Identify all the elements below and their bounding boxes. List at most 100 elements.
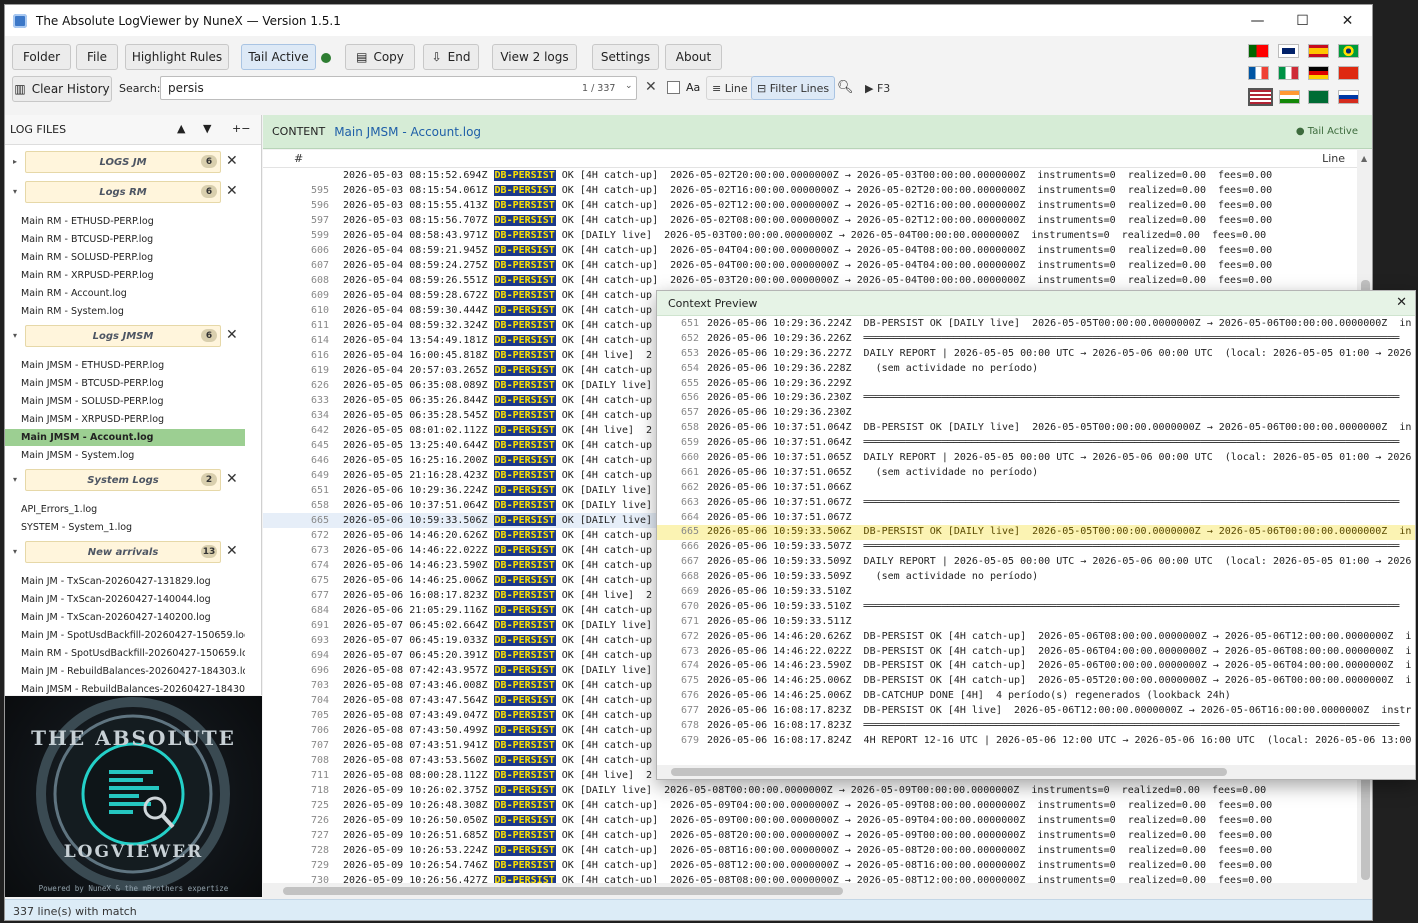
file-item[interactable]: Main JMSM - BTCUSD-PERP.log [5,375,245,392]
log-row[interactable]: 730 2026-05-09 10:26:56.427Z DB-PERSIST O… [263,873,1357,883]
group-header[interactable]: Logs JMSM 6 [25,325,221,347]
file-item[interactable]: Main RM - System.log [5,303,245,320]
flag-pt-icon[interactable] [1248,44,1269,58]
context-row[interactable]: 654 2026-05-06 10:29:36.228Z (sem activid… [657,362,1415,377]
file-button[interactable]: File [76,44,118,70]
file-item[interactable]: Main RM - ETHUSD-PERP.log [5,213,245,230]
flag-gb-icon[interactable] [1278,44,1299,58]
file-item[interactable]: Main JM - TxScan-20260427-140200.log [5,609,245,626]
context-row[interactable]: 673 2026-05-06 14:46:22.022Z DB-PERSIST O… [657,645,1415,660]
context-row[interactable]: 659 2026-05-06 10:37:51.064Z ════════════… [657,436,1415,451]
copy-button[interactable]: ▤ Copy [345,44,415,70]
context-row[interactable]: 671 2026-05-06 10:59:33.511Z [657,615,1415,630]
move-up-icon[interactable]: ▲ [177,122,185,135]
remove-group-icon[interactable]: ✕ [226,543,238,559]
horizontal-scrollbar[interactable] [263,883,1357,899]
folder-button[interactable]: Folder [12,44,71,70]
log-row[interactable]: 595 2026-05-03 08:15:54.061Z DB-PERSIST O… [263,183,1357,198]
log-row[interactable]: 606 2026-05-04 08:59:21.945Z DB-PERSIST O… [263,243,1357,258]
minimize-button[interactable]: — [1235,5,1280,36]
add-remove-button[interactable]: +− [232,122,250,135]
context-row[interactable]: 656 2026-05-06 10:29:36.230Z ════════════… [657,391,1415,406]
group-header[interactable]: System Logs 2 [25,469,221,491]
file-item[interactable]: Main JM - TxScan-20260427-131829.log [5,573,245,590]
end-button[interactable]: ⇩ End [423,44,479,70]
clear-history-button[interactable]: ▥ Clear History [12,76,112,102]
file-item[interactable]: Main JMSM - System.log [5,447,245,464]
expand-arrow-icon[interactable]: ▸ [13,157,17,166]
file-item[interactable]: Main JMSM - XRPUSD-PERP.log [5,411,245,428]
flag-es-icon[interactable] [1308,44,1329,58]
expand-arrow-icon[interactable]: ▾ [13,187,17,196]
remove-group-icon[interactable]: ✕ [226,183,238,199]
close-window-button[interactable]: ✕ [1325,5,1370,36]
log-row[interactable]: 728 2026-05-09 10:26:53.224Z DB-PERSIST O… [263,843,1357,858]
file-item[interactable]: Main RM - BTCUSD-PERP.log [5,231,245,248]
log-row[interactable]: 2026-05-03 08:15:52.694Z DB-PERSIST OK [… [263,168,1357,183]
file-item[interactable]: Main JM - RebuildBalances-20260427-18430… [5,663,245,680]
highlight-rules-button[interactable]: Highlight Rules [125,44,229,70]
log-row[interactable]: 727 2026-05-09 10:26:51.685Z DB-PERSIST O… [263,828,1357,843]
context-horizontal-scrollbar[interactable] [657,765,1415,779]
file-item[interactable]: SYSTEM - System_1.log [5,519,245,536]
find-next-button[interactable]: ▶ F3 [860,76,895,100]
view-2-logs-button[interactable]: View 2 logs [492,44,577,70]
context-scroll-thumb[interactable] [671,768,1227,776]
group-header[interactable]: LOGS JM 6 [25,151,221,173]
context-row[interactable]: 665 2026-05-06 10:59:33.506Z DB-PERSIST O… [657,525,1415,541]
context-row[interactable]: 660 2026-05-06 10:37:51.065Z DAILY REPORT… [657,451,1415,466]
context-row[interactable]: 663 2026-05-06 10:37:51.067Z ════════════… [657,496,1415,511]
tail-active-button[interactable]: Tail Active [241,44,316,70]
clear-search-icon[interactable]: ✕ [645,79,657,95]
flag-fr-icon[interactable] [1248,66,1269,80]
group-header[interactable]: New arrivals 13 [25,541,221,563]
context-row[interactable]: 668 2026-05-06 10:59:33.509Z (sem activid… [657,570,1415,585]
remove-group-icon[interactable]: ✕ [226,471,238,487]
file-item[interactable]: Main RM - SOLUSD-PERP.log [5,249,245,266]
log-row[interactable]: 596 2026-05-03 08:15:55.413Z DB-PERSIST O… [263,198,1357,213]
case-sensitive-checkbox[interactable] [667,81,680,94]
context-row[interactable]: 666 2026-05-06 10:59:33.507Z ════════════… [657,540,1415,555]
chevron-down-icon[interactable]: ⌄ [625,81,633,91]
flag-ru-icon[interactable] [1338,90,1359,104]
horizontal-scroll-thumb[interactable] [283,887,843,895]
flag-it-icon[interactable] [1278,66,1299,80]
log-row[interactable]: 729 2026-05-09 10:26:54.746Z DB-PERSIST O… [263,858,1357,873]
log-row[interactable]: 608 2026-05-04 08:59:26.551Z DB-PERSIST O… [263,273,1357,288]
context-row[interactable]: 667 2026-05-06 10:59:33.509Z DAILY REPORT… [657,555,1415,570]
file-item[interactable]: Main JMSM - ETHUSD-PERP.log [5,357,245,374]
scroll-up-icon[interactable]: ▲ [1361,154,1367,163]
context-row[interactable]: 670 2026-05-06 10:59:33.510Z ════════════… [657,600,1415,615]
remove-group-icon[interactable]: ✕ [226,153,238,169]
expand-arrow-icon[interactable]: ▾ [13,547,17,556]
filter-lines-button[interactable]: ⊟ Filter Lines [751,76,836,100]
file-item[interactable]: Main JMSM - Account.log [5,429,245,446]
file-item[interactable]: Main RM - XRPUSD-PERP.log [5,267,245,284]
context-row[interactable]: 653 2026-05-06 10:29:36.227Z DAILY REPORT… [657,347,1415,362]
context-row[interactable]: 664 2026-05-06 10:37:51.067Z [657,511,1415,526]
log-row[interactable]: 599 2026-05-04 08:58:43.971Z DB-PERSIST O… [263,228,1357,243]
context-row[interactable]: 651 2026-05-06 10:29:36.224Z DB-PERSIST O… [657,317,1415,332]
search-input[interactable]: persis 1 / 337 ⌄ [160,76,637,100]
context-row[interactable]: 674 2026-05-06 14:46:23.590Z DB-PERSIST O… [657,659,1415,674]
context-row[interactable]: 655 2026-05-06 10:29:36.229Z [657,377,1415,392]
file-item[interactable]: API_Errors_1.log [5,501,245,518]
log-row[interactable]: 607 2026-05-04 08:59:24.275Z DB-PERSIST O… [263,258,1357,273]
move-down-icon[interactable]: ▼ [203,122,211,135]
find-icon[interactable]: 🔍︎ [837,80,854,95]
maximize-button[interactable]: ☐ [1280,5,1325,36]
remove-group-icon[interactable]: ✕ [226,327,238,343]
context-row[interactable]: 652 2026-05-06 10:29:36.226Z ════════════… [657,332,1415,347]
context-row[interactable]: 675 2026-05-06 14:46:25.006Z DB-PERSIST O… [657,674,1415,689]
log-row[interactable]: 718 2026-05-09 10:26:02.375Z DB-PERSIST O… [263,783,1357,798]
line-mode-button[interactable]: ≡ Line [706,76,754,100]
context-row[interactable]: 669 2026-05-06 10:59:33.510Z [657,585,1415,600]
flag-sa-icon[interactable] [1308,90,1329,104]
context-row[interactable]: 658 2026-05-06 10:37:51.064Z DB-PERSIST O… [657,421,1415,436]
close-preview-button[interactable]: ✕ [1396,295,1407,310]
log-row[interactable]: 597 2026-05-03 08:15:56.707Z DB-PERSIST O… [263,213,1357,228]
flag-in-icon[interactable] [1279,90,1300,104]
context-row[interactable]: 657 2026-05-06 10:29:36.230Z [657,406,1415,421]
flag-us-icon[interactable] [1248,88,1273,106]
log-row[interactable]: 726 2026-05-09 10:26:50.050Z DB-PERSIST O… [263,813,1357,828]
